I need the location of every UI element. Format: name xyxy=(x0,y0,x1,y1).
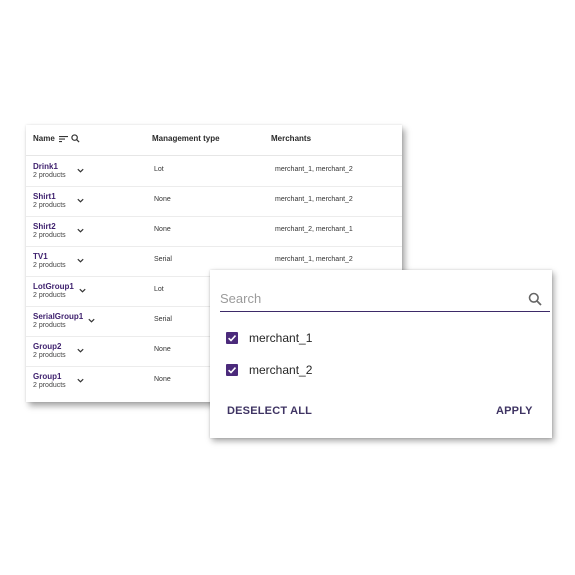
column-header-name-label: Name xyxy=(33,134,55,143)
chevron-down-icon[interactable] xyxy=(76,256,85,265)
merchant-option[interactable]: merchant_1 xyxy=(226,331,312,345)
checkmark-icon xyxy=(228,367,237,374)
merchant-filter-popup: merchant_1 merchant_2 DESELECT ALL APPLY xyxy=(210,270,552,438)
chevron-down-icon[interactable] xyxy=(76,196,85,205)
product-count: 2 products xyxy=(33,172,66,179)
chevron-down-icon[interactable] xyxy=(78,286,87,295)
management-type-cell: Serial xyxy=(154,256,172,263)
column-header-merchants: Merchants xyxy=(271,134,312,143)
product-count: 2 products xyxy=(33,202,66,209)
merchants-cell: merchant_1, merchant_2 xyxy=(275,196,353,203)
search-input[interactable] xyxy=(220,286,550,312)
management-type-cell: Lot xyxy=(154,166,164,173)
deselect-all-button[interactable]: DESELECT ALL xyxy=(227,405,312,417)
checkmark-icon xyxy=(228,335,237,342)
product-group-name: Shirt2 xyxy=(33,222,56,231)
product-count: 2 products xyxy=(33,382,66,389)
management-type-cell: None xyxy=(154,376,171,383)
management-type-cell: None xyxy=(154,196,171,203)
product-group-name: Drink1 xyxy=(33,162,58,171)
merchants-cell: merchant_1, merchant_2 xyxy=(275,166,353,173)
management-type-cell: Lot xyxy=(154,286,164,293)
product-group-name: SerialGroup1 xyxy=(33,312,84,321)
chevron-down-icon[interactable] xyxy=(76,226,85,235)
table-row: Shirt2 2 products None merchant_2, merch… xyxy=(26,216,402,247)
merchant-option-label: merchant_1 xyxy=(249,331,313,345)
management-type-cell: Serial xyxy=(154,316,172,323)
product-group-name: Group2 xyxy=(33,342,62,351)
merchants-cell: merchant_1, merchant_2 xyxy=(275,256,353,263)
chevron-down-icon[interactable] xyxy=(87,316,96,325)
apply-button[interactable]: APPLY xyxy=(496,405,533,417)
merchants-cell: merchant_2, merchant_1 xyxy=(275,226,353,233)
product-group-name: LotGroup1 xyxy=(33,282,74,291)
product-count: 2 products xyxy=(33,292,66,299)
merchant-option[interactable]: merchant_2 xyxy=(226,363,312,377)
search-icon[interactable] xyxy=(528,292,542,306)
product-group-name: Group1 xyxy=(33,372,62,381)
product-count: 2 products xyxy=(33,262,66,269)
search-icon[interactable] xyxy=(71,134,80,143)
column-header-management-type: Management type xyxy=(152,134,220,143)
checkbox[interactable] xyxy=(226,364,238,376)
column-header-name: Name xyxy=(33,134,80,143)
table-row: Shirt1 2 products None merchant_1, merch… xyxy=(26,186,402,217)
chevron-down-icon[interactable] xyxy=(76,166,85,175)
chevron-down-icon[interactable] xyxy=(76,346,85,355)
product-count: 2 products xyxy=(33,322,66,329)
product-count: 2 products xyxy=(33,232,66,239)
sort-icon[interactable] xyxy=(58,135,69,143)
product-group-name: Shirt1 xyxy=(33,192,56,201)
table-header: Name Management type Merchants xyxy=(26,125,402,156)
merchant-option-label: merchant_2 xyxy=(249,363,313,377)
checkbox[interactable] xyxy=(226,332,238,344)
chevron-down-icon[interactable] xyxy=(76,376,85,385)
product-count: 2 products xyxy=(33,352,66,359)
management-type-cell: None xyxy=(154,346,171,353)
product-group-name: TV1 xyxy=(33,252,48,261)
management-type-cell: None xyxy=(154,226,171,233)
table-row: Drink1 2 products Lot merchant_1, mercha… xyxy=(26,156,402,187)
